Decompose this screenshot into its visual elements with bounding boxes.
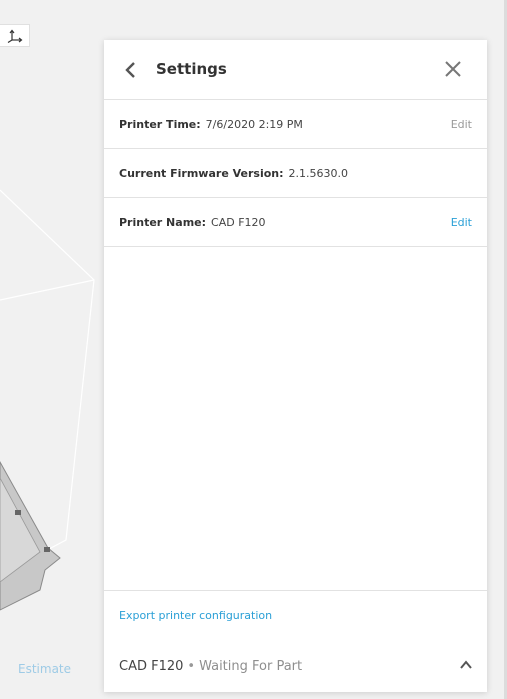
firmware-version-row: Current Firmware Version: 2.1.5630.0 xyxy=(104,149,487,198)
build-volume-edge xyxy=(0,279,95,301)
firmware-version-value: 2.1.5630.0 xyxy=(288,166,348,180)
chevron-left-icon xyxy=(125,62,135,78)
axis-icon xyxy=(7,29,22,43)
printer-status-text: Waiting For Part xyxy=(199,658,303,674)
export-configuration-link[interactable]: Export printer configuration xyxy=(119,609,272,622)
printer-name-row: Printer Name: CAD F120 Edit xyxy=(104,198,487,247)
settings-header: Settings xyxy=(104,40,487,100)
back-button[interactable] xyxy=(120,58,140,82)
tray-clip xyxy=(15,510,21,515)
printer-name-value: CAD F120 xyxy=(211,215,266,229)
panel-empty-area xyxy=(104,247,487,590)
tray-clip xyxy=(44,547,50,552)
edit-printer-time-button[interactable]: Edit xyxy=(451,118,472,131)
firmware-version-label: Current Firmware Version: xyxy=(119,166,284,180)
axis-orientation-button[interactable] xyxy=(0,24,30,47)
printer-time-row: Printer Time: 7/6/2020 2:19 PM Edit xyxy=(104,100,487,149)
edit-printer-name-button[interactable]: Edit xyxy=(451,216,472,229)
estimate-link[interactable]: Estimate xyxy=(18,662,71,676)
settings-panel: Settings Printer Time: 7/6/2020 2:19 PM … xyxy=(104,40,487,692)
page-title: Settings xyxy=(156,60,227,78)
printer-time-value: 7/6/2020 2:19 PM xyxy=(205,117,303,131)
printer-name-label: Printer Name: xyxy=(119,215,207,229)
printer-status-bar[interactable]: CAD F120 • Waiting For Part xyxy=(104,640,487,692)
close-icon[interactable] xyxy=(443,59,463,79)
chevron-up-icon[interactable] xyxy=(459,658,473,672)
status-printer-name: CAD F120 xyxy=(119,658,184,674)
status-separator: • xyxy=(187,658,196,674)
export-row: Export printer configuration xyxy=(104,590,487,640)
printer-time-label: Printer Time: xyxy=(119,117,201,131)
